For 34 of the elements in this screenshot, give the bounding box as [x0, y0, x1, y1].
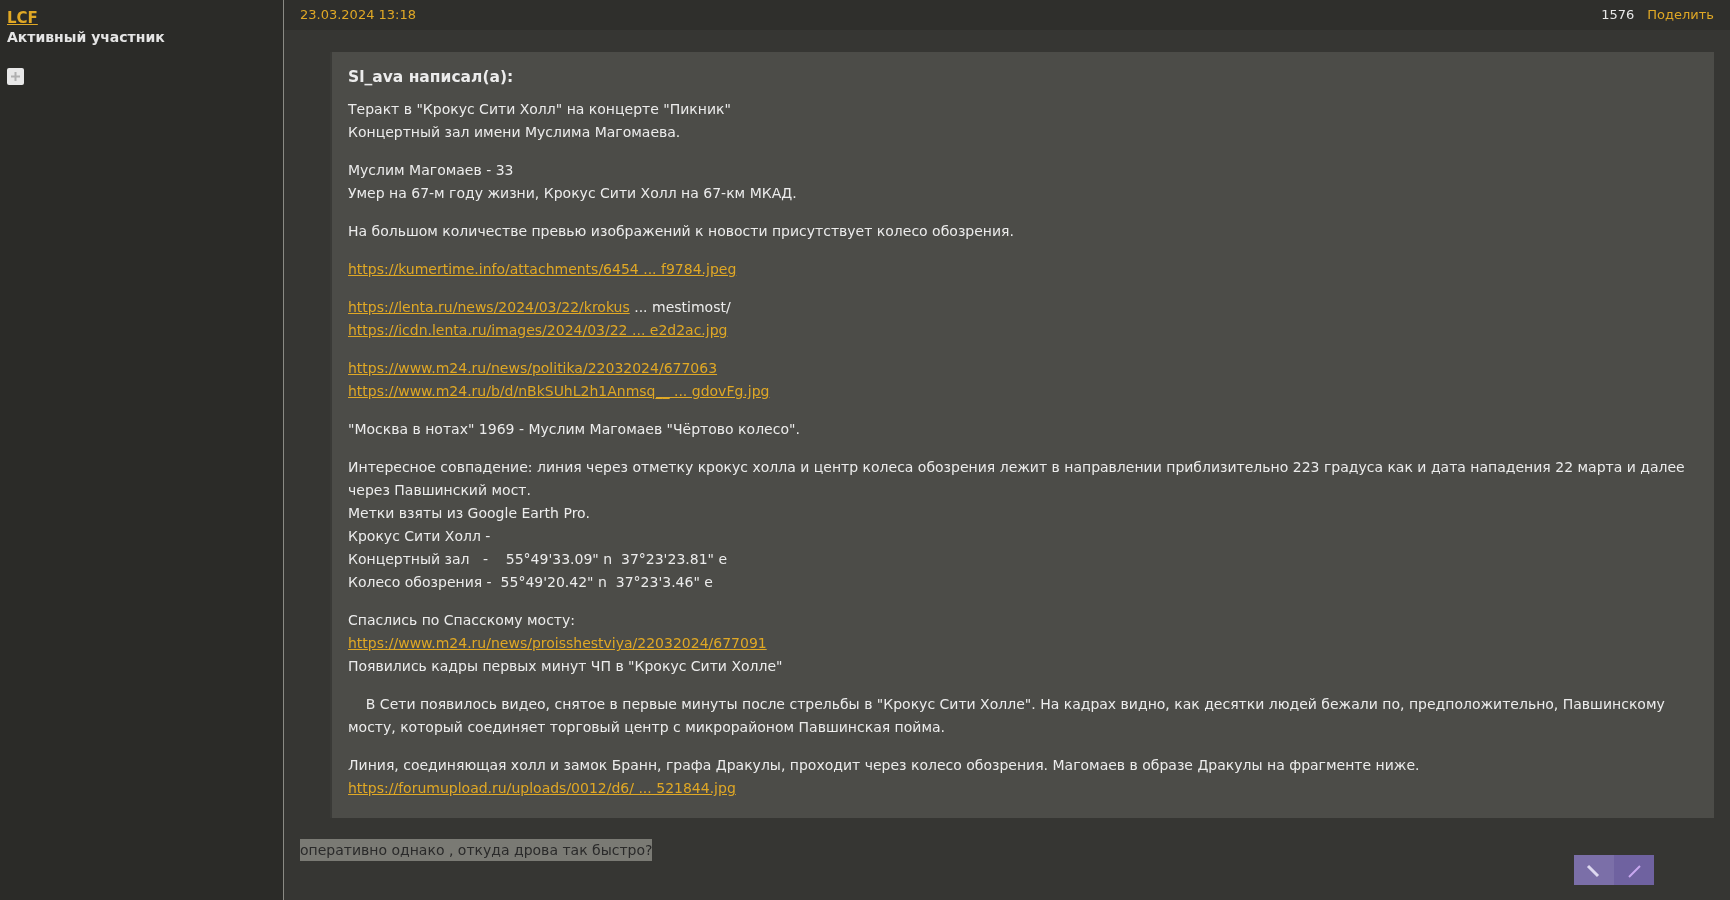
quote-link[interactable]: https://www.m24.ru/news/proisshestviya/22032024/677091	[348, 635, 767, 651]
plus-icon	[10, 71, 21, 82]
author-name-link[interactable]: LCF	[7, 8, 38, 28]
quote-text: "Москва в нотах" 1969 - Муслим Магомаев "Чёртово колесо".	[348, 421, 800, 437]
quote-text: Интересное совпадение: линия через отметку крокус холла и центр колеса обозрения лежит в направлении приблизительно 223 градуса как и дата нападения 22 марта и далее через Павшинский мост.	[348, 459, 1686, 498]
quote-text: Метки взяты из Google Earth Pro.	[348, 505, 590, 521]
quote-title: Sl_ava написал(а):	[348, 67, 515, 88]
quote-link[interactable]: https://forumupload.ru/uploads/0012/d6/ ... 521844.jpg	[348, 780, 736, 796]
quote-text: Теракт в "Крокус Сити Холл" на концерте "Пикник"	[348, 101, 731, 117]
reply-text: оперативно однако , откуда дрова так быстро?	[300, 839, 653, 861]
quote-link[interactable]: https://icdn.lenta.ru/images/2024/03/22 ... e2d2ac.jpg	[348, 322, 728, 338]
quote-text: Муслим Магомаев - 33	[348, 162, 514, 178]
share-link[interactable]: Поделить	[1647, 5, 1714, 25]
quote-link[interactable]: https://lenta.ru/news/2024/03/22/krokus	[348, 299, 630, 315]
quote-text: В Сети появилось видео, снятое в первые минуты после стрельбы в "Крокус Сити Холле". На кадрах видно, как десятки людей бежали по, предположительно, Павшинскому мосту, который соединяет торговый центр с микрорайоном Павшинская пойма.	[348, 696, 1666, 735]
expand-button[interactable]	[7, 68, 24, 85]
quote-text: Спаслись по Спасскому мосту:	[348, 612, 576, 628]
author-rank: Активный участник	[7, 28, 165, 46]
quote-text: Концертный зал имени Муслима Магомаева.	[348, 124, 681, 140]
quote-text: ... mestimost/	[633, 299, 731, 315]
quote-text: Колесо обозрения - 55°49'20.42" n 37°23'3.46" e	[348, 574, 713, 590]
quote-text: Крокус Сити Холл -	[348, 528, 491, 544]
quote-link[interactable]: https://www.m24.ru/news/politika/22032024/677063	[348, 360, 718, 376]
quote-button[interactable]	[1614, 855, 1654, 885]
quote-text: На большом количестве превью изображений к новости присутствует колесо обозрения.	[348, 223, 1014, 239]
post-date: 23.03.2024 13:18	[300, 6, 417, 25]
edit-button[interactable]	[1574, 855, 1614, 885]
quote-link[interactable]: https://www.m24.ru/b/d/nBkSUhL2h1Anmsq__ ... gdovFg.jpg	[348, 383, 770, 399]
quote-text: Умер на 67-м году жизни, Крокус Сити Холл на 67-км МКАД.	[348, 185, 797, 201]
quote-link[interactable]: https://kumertime.info/attachments/6454 ... f9784.jpeg	[348, 261, 737, 277]
quote-text: Концертный зал - 55°49'33.09" n 37°23'23.81" e	[348, 551, 728, 567]
quote-text: Линия, соединяющая холл и замок Бранн, графа Дракулы, проходит через колесо обозрения. Магомаев в образе Дракулы на фрагменте ниже.	[348, 757, 1420, 773]
post-number: 1576	[1601, 6, 1635, 25]
quote-text: Появились кадры первых минут ЧП в "Крокус Сити Холле"	[348, 658, 783, 674]
